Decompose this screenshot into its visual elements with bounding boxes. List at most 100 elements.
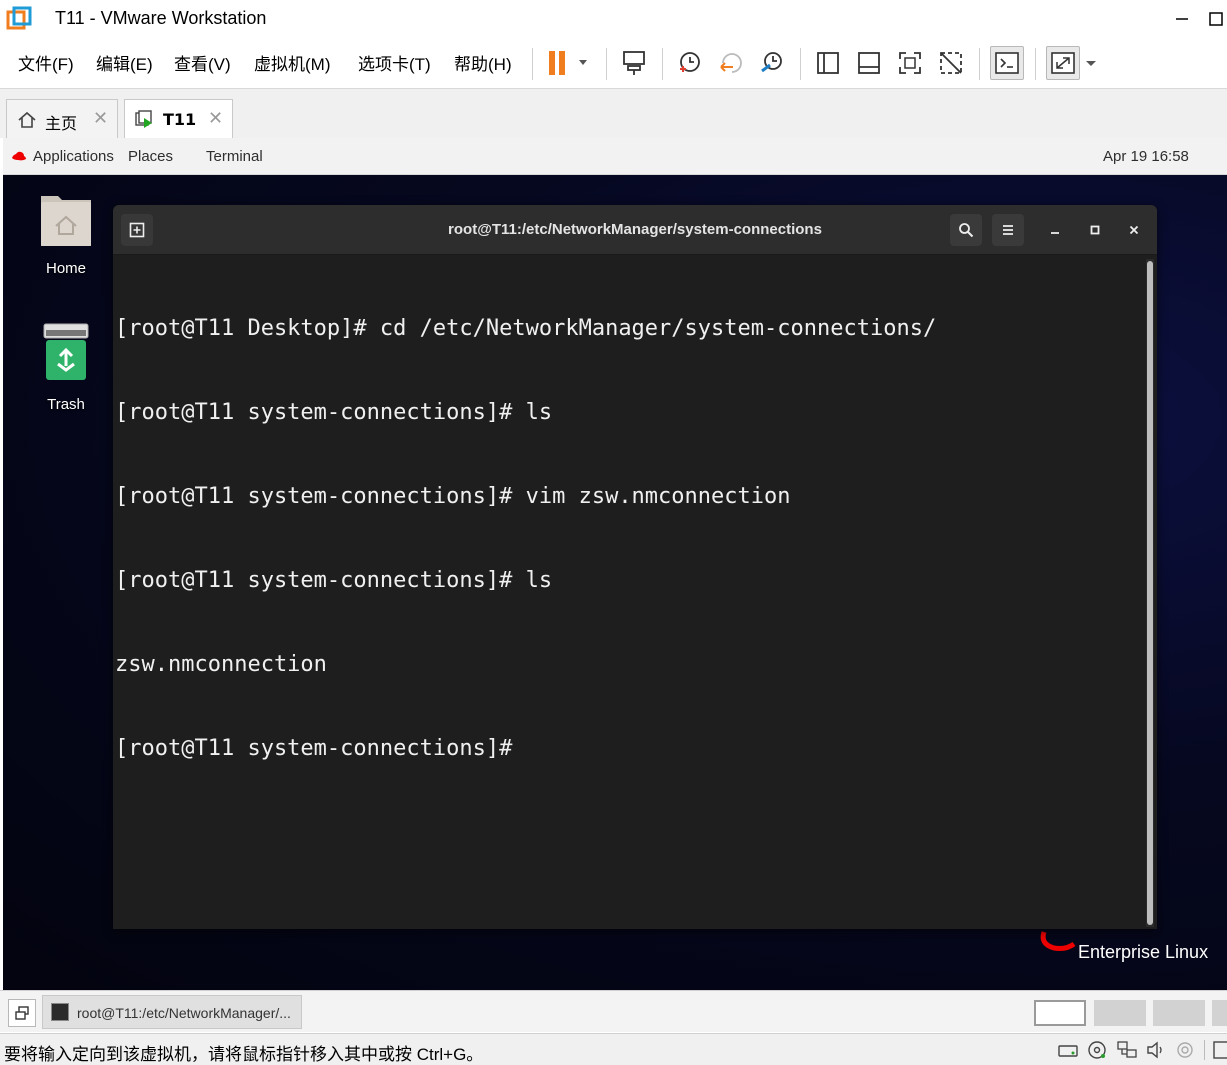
desktop-icon-label: Home [45,260,86,277]
unity-button[interactable] [934,46,968,80]
terminal-line: [root@T11 system-connections]# ls [115,568,553,593]
terminal-icon [51,1003,69,1021]
cd-dvd-icon[interactable] [1086,1039,1108,1061]
search-icon [959,223,974,238]
tab-label: 主页 [45,114,78,133]
maximize-icon [1090,225,1100,235]
terminal-line: [root@T11 system-connections]# [115,736,513,761]
stretch-icon [1051,52,1075,74]
desktop-icon-label: Trash [47,396,85,413]
menu-view[interactable]: 查看(V) [174,50,231,75]
desktop-icon-trash[interactable]: Trash [31,322,101,413]
status-separator [1204,1040,1205,1060]
toolbar-separator [979,48,980,80]
terminal-search-button[interactable] [950,214,982,246]
trash-icon [43,323,89,380]
menu-bar: 文件(F) 编辑(E) 查看(V) 虚拟机(M) 选项卡(T) 帮助(H) [0,38,1227,88]
terminal-close-button[interactable] [1121,217,1147,243]
clock[interactable]: Apr 19 16:58 [1103,148,1189,165]
menu-file[interactable]: 文件(F) [18,50,74,75]
fullscreen-button[interactable] [893,46,927,80]
tab-t11[interactable]: T11 ✕ [124,99,233,139]
close-icon[interactable]: ✕ [93,109,108,129]
toolbar-separator [606,48,607,80]
vm-running-icon [135,110,152,128]
title-bar: T11 - VMware Workstation [0,0,1227,38]
terminal-line: zsw.nmconnection [115,652,327,677]
home-icon [18,111,36,128]
take-snapshot-button[interactable] [672,46,706,80]
send-ctrl-alt-del-button[interactable] [617,46,651,80]
terminal-window[interactable]: root@T11:/etc/NetworkManager/system-conn… [113,205,1157,929]
applications-menu[interactable]: Applications [33,148,114,165]
minimize-icon [1051,232,1059,234]
taskbar-terminal-item[interactable]: root@T11:/etc/NetworkManager/... [42,995,302,1029]
window-title: T11 - VMware Workstation [55,8,267,28]
show-desktop-icon [15,1006,29,1020]
workspace-2[interactable] [1094,1000,1146,1026]
network-adapter-icon[interactable] [1116,1039,1138,1061]
taskbar-item-label: root@T11:/etc/NetworkManager/... [77,1005,291,1021]
hamburger-menu-icon [1003,225,1013,235]
status-message: 要将输入定向到该虚拟机，请将鼠标指针移入其中或按 Ctrl+G。 [4,1045,484,1064]
revert-snapshot-icon [720,53,742,73]
desktop-icon-home[interactable]: Home [31,188,101,277]
revert-snapshot-button[interactable] [714,46,748,80]
status-bar: 要将输入定向到该虚拟机，请将鼠标指针移入其中或按 Ctrl+G。 [0,1033,1227,1065]
close-icon[interactable]: ✕ [208,109,223,129]
tab-label: T11 [163,110,197,129]
pause-button[interactable] [542,46,592,80]
snapshot-manager-icon [761,52,782,73]
workspace-1[interactable] [1034,1000,1086,1026]
unity-icon [940,52,962,74]
toolbar-separator [662,48,663,80]
maximize-icon[interactable] [1202,6,1227,32]
toolbar-separator [532,48,533,80]
hard-disk-icon[interactable] [1057,1039,1079,1061]
menu-edit[interactable]: 编辑(E) [96,50,153,75]
terminal-line: [root@T11 system-connections]# ls [115,400,553,425]
sidebar-icon [817,52,839,74]
send-ctrl-alt-del-icon [623,51,645,75]
menu-help[interactable]: 帮助(H) [454,50,512,75]
scrollbar-thumb[interactable] [1147,261,1153,925]
terminal-app-menu[interactable]: Terminal [206,148,263,165]
home-folder-icon [41,196,91,246]
close-icon [1129,225,1139,235]
toolbar-separator [1035,48,1036,80]
sound-card-icon[interactable] [1145,1039,1167,1061]
terminal-output[interactable]: [root@T11 Desktop]# cd /etc/NetworkManag… [115,259,1145,929]
menu-tabs[interactable]: 选项卡(T) [358,50,431,75]
snapshot-icon [680,52,700,72]
show-thumbnail-bar-button[interactable] [852,46,886,80]
minimize-icon[interactable] [1168,6,1196,32]
terminal-line: [root@T11 Desktop]# cd /etc/NetworkManag… [115,316,937,341]
usb-device-icon[interactable] [1174,1039,1196,1061]
chevron-down-icon[interactable] [1084,58,1098,68]
pause-icon [549,51,587,75]
message-log-icon[interactable] [1210,1039,1227,1061]
terminal-minimize-button[interactable] [1042,217,1068,243]
terminal-maximize-button[interactable] [1082,217,1108,243]
gnome-top-bar: Applications Places Terminal Apr 19 16:5… [3,138,1227,175]
places-menu[interactable]: Places [128,148,173,165]
guest-window-list: root@T11:/etc/NetworkManager/... [0,990,1227,1032]
workspace-3[interactable] [1153,1000,1205,1026]
vmware-logo-icon [6,6,32,30]
terminal-menu-button[interactable] [992,214,1024,246]
console-view-icon [995,52,1019,74]
console-view-button[interactable] [990,46,1024,80]
snapshot-manager-button[interactable] [755,46,789,80]
thumbnail-bar-icon [858,52,880,74]
guest-screen[interactable]: Applications Places Terminal Apr 19 16:5… [3,138,1227,990]
show-sidebar-button[interactable] [811,46,845,80]
stretch-guest-button[interactable] [1046,46,1080,80]
show-desktop-button[interactable] [8,999,36,1027]
menu-vm[interactable]: 虚拟机(M) [254,50,330,75]
redhat-hat-icon [12,151,26,161]
terminal-header-bar[interactable]: root@T11:/etc/NetworkManager/system-conn… [113,205,1157,255]
workspace-4[interactable] [1212,1000,1227,1026]
tab-strip: 主页 ✕ T11 ✕ [0,88,1227,139]
terminal-scrollbar[interactable] [1146,259,1154,927]
tab-home[interactable]: 主页 ✕ [6,99,118,139]
